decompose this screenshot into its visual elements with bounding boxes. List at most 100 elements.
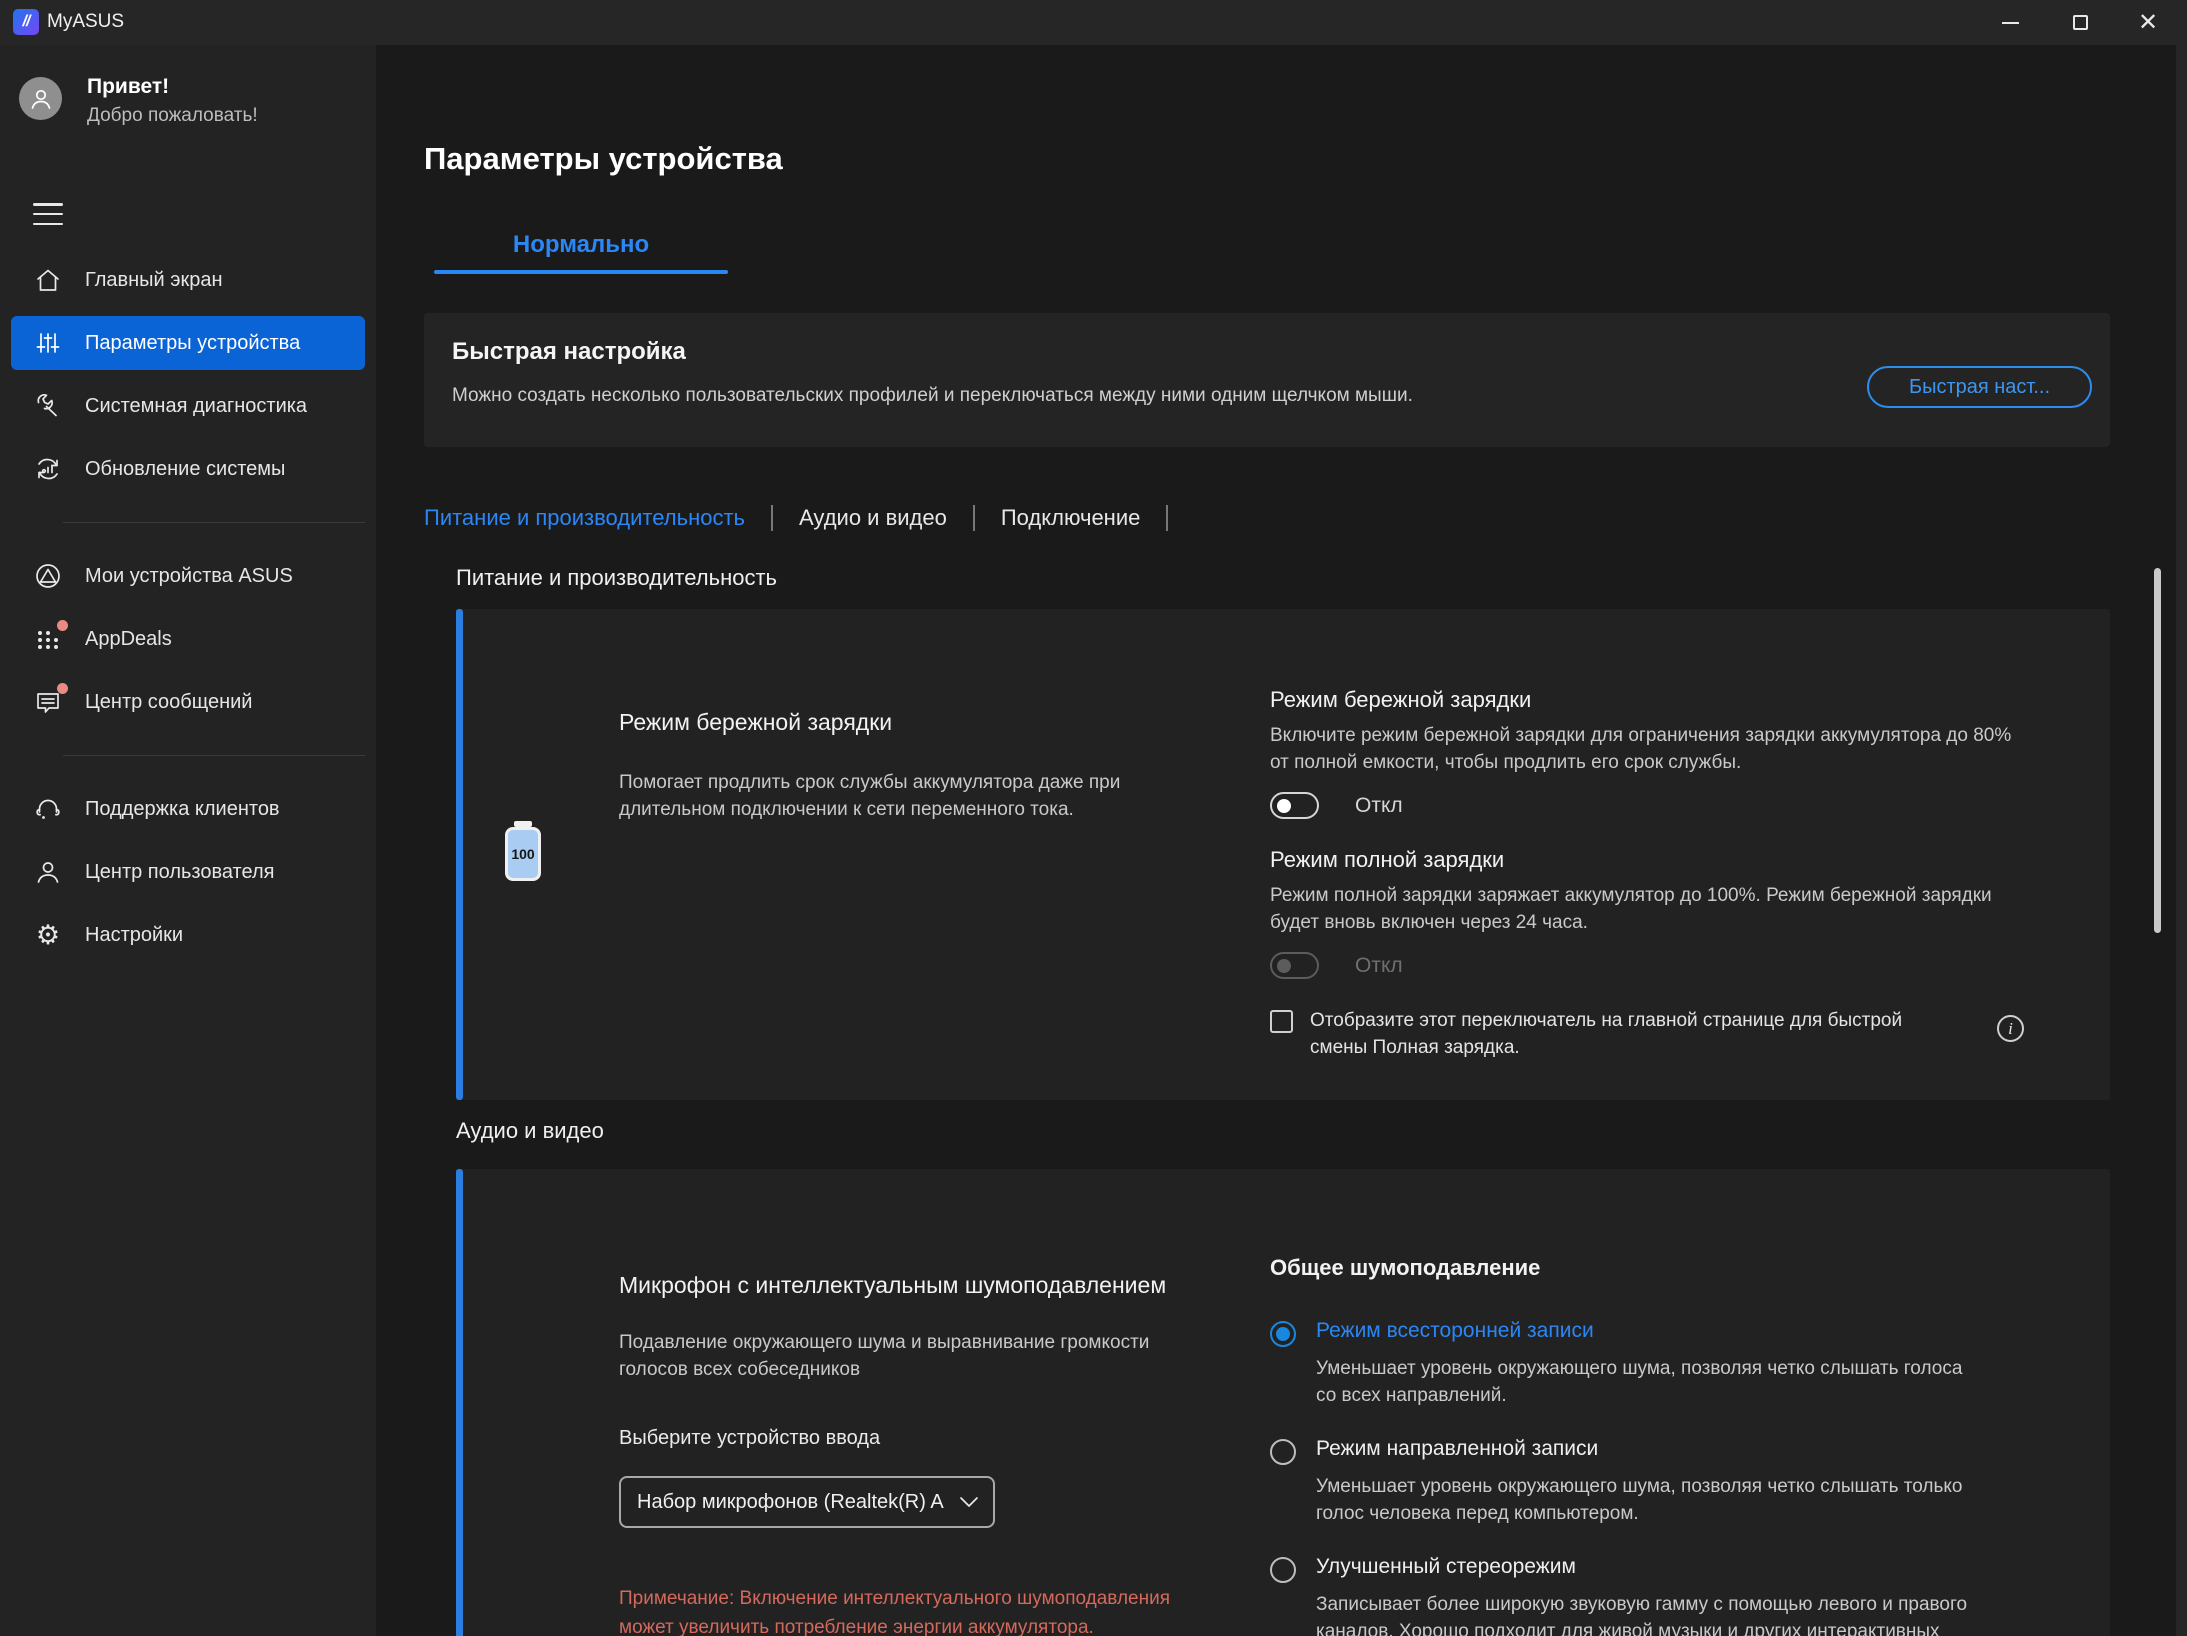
sidebar-item-home[interactable]: Главный экран bbox=[11, 253, 365, 307]
welcome-text: Добро пожаловать! bbox=[87, 105, 258, 126]
care-mode-title: Режим бережной зарядки bbox=[1270, 687, 1532, 712]
mic-title: Микрофон с интеллектуальным шумоподавлен… bbox=[619, 1272, 1167, 1298]
system-update-icon bbox=[33, 454, 63, 484]
mic-warning-note-1: Примечание: Включение интеллектуального … bbox=[619, 1588, 1170, 1636]
radio-option-label: Режим направленной записи bbox=[1316, 1437, 1599, 1460]
sidebar-item-message-center[interactable]: Центр сообщений bbox=[11, 675, 365, 729]
info-icon[interactable]: i bbox=[1997, 1015, 2024, 1042]
radio-option-description: Уменьшает уровень окружающего шума, позв… bbox=[1316, 1358, 1963, 1406]
sidebar-item-label: Параметры устройства bbox=[85, 331, 301, 354]
home-icon bbox=[33, 265, 63, 295]
battery-level: 100 bbox=[511, 846, 535, 862]
radio-option-enhanced-stereo[interactable]: Улучшенный стереорежим Записывает более … bbox=[1270, 1555, 2070, 1636]
full-charge-toggle[interactable] bbox=[1270, 952, 1319, 979]
sidebar-item-label: Центр сообщений bbox=[85, 690, 253, 713]
care-mode-toggle[interactable] bbox=[1270, 792, 1319, 819]
tab-separator bbox=[972, 505, 975, 531]
noise-reduction-block: Общее шумоподавление Режим всесторонней … bbox=[1270, 1255, 2070, 1636]
battery-care-card: 100 Режим бережной зарядки Помогает прод… bbox=[456, 609, 2110, 1100]
minimize-icon bbox=[2001, 21, 2019, 24]
main-content: Параметры устройства Нормально Быстрая н… bbox=[376, 45, 2187, 1636]
audio-video-card: Микрофон с интеллектуальным шумоподавлен… bbox=[456, 1169, 2110, 1636]
sliders-icon bbox=[33, 328, 63, 358]
tab-separator bbox=[771, 505, 773, 531]
sidebar-item-label: Обновление системы bbox=[85, 457, 286, 480]
radio-option-omni-recording[interactable]: Режим всесторонней записи Уменьшает уров… bbox=[1270, 1319, 2070, 1409]
quick-settings-button[interactable]: Быстрая наст... bbox=[1867, 366, 2092, 408]
sidebar-item-device-settings[interactable]: Параметры устройства bbox=[11, 316, 365, 370]
card-accent-bar bbox=[456, 609, 463, 1100]
close-icon: ✕ bbox=[2137, 8, 2159, 36]
sidebar-item-diagnostics[interactable]: Системная диагностика bbox=[11, 379, 365, 433]
gear-icon: ⚙ bbox=[35, 919, 61, 951]
minimize-button[interactable] bbox=[1981, 0, 2039, 45]
battery-care-controls: Режим бережной зарядки Включите режим бе… bbox=[1270, 687, 2060, 1061]
radio-icon[interactable] bbox=[1270, 1439, 1296, 1465]
audio-section-heading: Аудио и видео bbox=[456, 1118, 604, 1143]
avatar[interactable] bbox=[19, 77, 62, 120]
battery-care-summary: Режим бережной зарядки Помогает продлить… bbox=[619, 709, 1239, 823]
notification-badge bbox=[57, 683, 68, 694]
radio-option-directional-recording[interactable]: Режим направленной записи Уменьшает уров… bbox=[1270, 1437, 2070, 1527]
sidebar-item-label: Поддержка клиентов bbox=[85, 797, 280, 820]
sidebar-item-label: Системная диагностика bbox=[85, 394, 308, 417]
sidebar-item-label: Главный экран bbox=[85, 268, 223, 291]
sidebar-item-user-center[interactable]: Центр пользователя bbox=[11, 845, 365, 899]
tab-normal[interactable]: Нормально bbox=[434, 231, 728, 259]
mic-description: Подавление окружающего шума и выравниван… bbox=[619, 1332, 1150, 1380]
battery-icon: 100 bbox=[503, 821, 543, 881]
radio-option-description: Записывает более широкую звуковую гамму … bbox=[1316, 1594, 1968, 1636]
noise-reduction-title: Общее шумоподавление bbox=[1270, 1255, 1541, 1280]
sidebar-item-settings[interactable]: ⚙ Настройки bbox=[11, 908, 365, 962]
tab-connectivity[interactable]: Подключение bbox=[1001, 505, 1141, 531]
tab-audio-video[interactable]: Аудио и видео bbox=[799, 505, 947, 531]
radio-option-description: Уменьшает уровень окружающего шума, позв… bbox=[1316, 1476, 1963, 1524]
maximize-button[interactable] bbox=[2051, 0, 2109, 45]
quick-settings-description: Можно создать несколько пользовательских… bbox=[452, 385, 1413, 406]
care-mode-toggle-state: Откл bbox=[1355, 793, 1403, 817]
user-icon bbox=[33, 857, 63, 887]
sidebar-divider bbox=[63, 522, 365, 523]
care-mode-toggle-row: Откл bbox=[1270, 792, 2060, 819]
sidebar-item-customer-support[interactable]: Поддержка клиентов bbox=[11, 782, 365, 836]
full-charge-description: Режим полной зарядки заряжает аккумулято… bbox=[1270, 885, 1992, 933]
radio-icon[interactable] bbox=[1270, 1557, 1296, 1583]
sidebar: Привет! Добро пожаловать! Главный экран … bbox=[0, 45, 376, 1636]
quick-settings-card: Быстрая настройка Можно создать нескольк… bbox=[424, 313, 2110, 447]
sidebar-item-label: AppDeals bbox=[85, 627, 172, 650]
maximize-icon bbox=[2072, 15, 2088, 30]
show-switch-checkbox-row: Отобразите этот переключатель на главной… bbox=[1270, 1007, 2060, 1061]
mic-noise-cancel-block: Микрофон с интеллектуальным шумоподавлен… bbox=[619, 1272, 1239, 1636]
card-accent-bar bbox=[456, 1169, 463, 1636]
show-switch-checkbox[interactable] bbox=[1270, 1010, 1293, 1033]
power-section-heading: Питание и производительность bbox=[456, 565, 777, 590]
window-title: MyASUS bbox=[47, 11, 125, 32]
sidebar-nav: Главный экран Параметры устройства Систе… bbox=[0, 253, 376, 962]
page-title: Параметры устройства bbox=[424, 141, 783, 176]
input-device-value: Набор микрофонов (Realtek(R) A bbox=[637, 1490, 944, 1513]
input-device-label: Выберите устройство ввода bbox=[619, 1427, 881, 1449]
battery-care-title: Режим бережной зарядки bbox=[619, 709, 893, 735]
radio-option-label: Улучшенный стереорежим bbox=[1316, 1555, 1576, 1578]
asus-devices-icon bbox=[33, 561, 63, 591]
scrollbar-thumb[interactable] bbox=[2154, 568, 2161, 933]
radio-icon[interactable] bbox=[1270, 1321, 1296, 1347]
full-charge-toggle-state: Откл bbox=[1355, 953, 1403, 977]
appdeals-icon bbox=[33, 620, 68, 654]
sidebar-item-system-update[interactable]: Обновление системы bbox=[11, 442, 365, 496]
tab-normal-underline bbox=[434, 270, 728, 274]
headset-icon bbox=[33, 794, 63, 824]
sidebar-item-my-asus-devices[interactable]: Мои устройства ASUS bbox=[11, 549, 365, 603]
person-icon bbox=[31, 89, 50, 109]
tab-power-performance[interactable]: Питание и производительность bbox=[424, 505, 745, 531]
care-mode-description: Включите режим бережной зарядки для огра… bbox=[1270, 725, 2012, 773]
hamburger-menu-icon[interactable] bbox=[33, 203, 63, 225]
sidebar-item-appdeals[interactable]: AppDeals bbox=[11, 612, 365, 666]
sidebar-divider bbox=[63, 755, 365, 756]
close-button[interactable]: ✕ bbox=[2119, 0, 2177, 45]
show-switch-checkbox-label: Отобразите этот переключатель на главной… bbox=[1310, 1010, 1903, 1058]
notification-badge bbox=[57, 620, 68, 631]
full-charge-title: Режим полной зарядки bbox=[1270, 847, 1505, 872]
sidebar-item-label: Настройки bbox=[85, 923, 184, 946]
input-device-dropdown[interactable]: Набор микрофонов (Realtek(R) A bbox=[619, 1476, 995, 1528]
